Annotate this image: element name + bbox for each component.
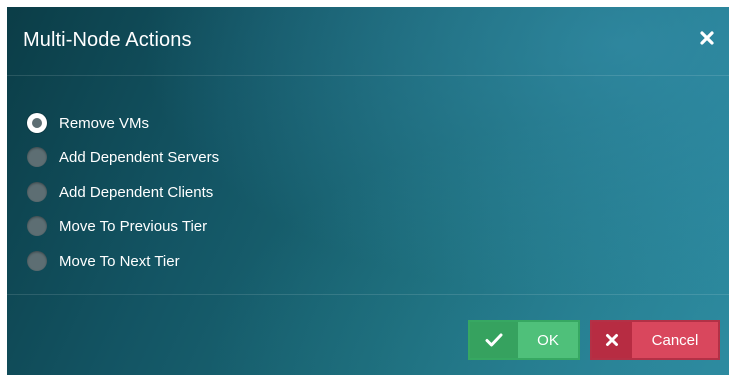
ok-button[interactable]: OK — [468, 320, 580, 360]
option-label: Move To Next Tier — [59, 252, 180, 270]
option-remove-vms[interactable]: Remove VMs — [27, 112, 149, 134]
radio-button[interactable] — [27, 147, 47, 167]
ok-button-label: OK — [537, 331, 559, 349]
option-move-to-previous-tier[interactable]: Move To Previous Tier — [27, 215, 207, 237]
radio-button[interactable] — [27, 113, 47, 133]
option-move-to-next-tier[interactable]: Move To Next Tier — [27, 250, 180, 272]
dialog-title: Multi-Node Actions — [23, 29, 192, 51]
option-label: Move To Previous Tier — [59, 217, 208, 235]
cancel-button[interactable]: Cancel — [590, 320, 720, 360]
close-icon — [592, 322, 632, 358]
option-label: Remove VMs — [59, 114, 150, 132]
dialog-header: Multi-Node Actions — [7, 7, 729, 76]
option-label: Add Dependent Servers — [59, 148, 220, 166]
close-icon[interactable] — [699, 30, 715, 46]
options-list: Remove VMs Add Dependent Servers Add Dep… — [7, 76, 729, 295]
radio-button[interactable] — [27, 182, 47, 202]
option-add-dependent-servers[interactable]: Add Dependent Servers — [27, 146, 219, 168]
radio-button[interactable] — [27, 251, 47, 271]
option-label: Add Dependent Clients — [59, 183, 214, 201]
multi-node-actions-dialog: Multi-Node Actions Remove VMs Add Depend… — [7, 7, 729, 375]
option-add-dependent-clients[interactable]: Add Dependent Clients — [27, 181, 213, 203]
checkmark-icon — [470, 322, 518, 358]
cancel-button-label: Cancel — [651, 331, 699, 349]
radio-button[interactable] — [27, 216, 47, 236]
